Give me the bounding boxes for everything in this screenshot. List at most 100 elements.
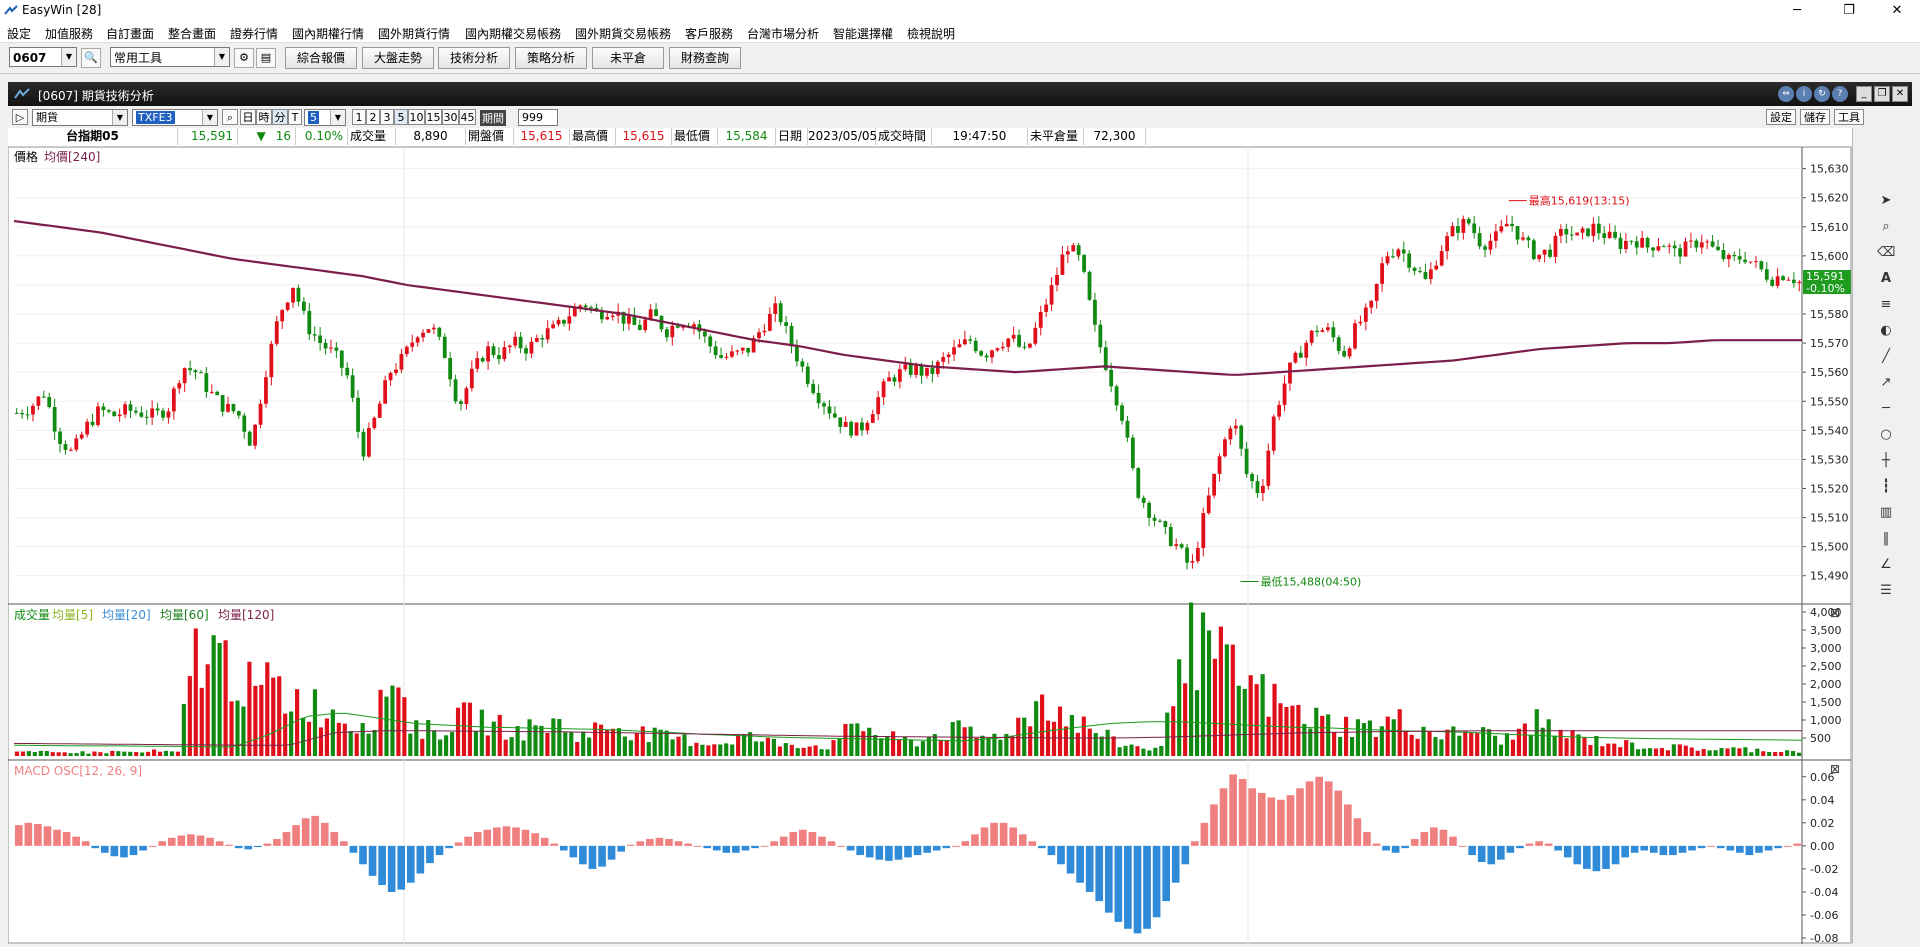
macd-bar (43, 826, 52, 846)
menu-item[interactable]: 自訂畫面 (106, 25, 154, 42)
minute-45-button[interactable]: 45 (459, 109, 476, 125)
ray-icon[interactable]: ↗ (1877, 374, 1895, 392)
candle-body (1428, 269, 1433, 279)
minute-30-button[interactable]: 30 (442, 109, 459, 125)
dropdown-arrow-icon[interactable]: ▼ (61, 48, 76, 66)
menu-item[interactable]: 客戶服務 (685, 25, 733, 42)
candle-body (388, 373, 393, 381)
palette-icon[interactable]: ◐ (1877, 322, 1895, 340)
refresh-icon[interactable]: ↻ (1814, 86, 1830, 102)
market-trend-button[interactable]: 大盤走勢 (362, 47, 434, 69)
fibonacci-icon[interactable]: ☰ (1877, 582, 1895, 600)
menu-item[interactable]: 檢視說明 (907, 25, 955, 42)
dropdown-arrow-icon[interactable]: ▼ (214, 48, 229, 66)
volume-bar (974, 737, 979, 756)
menu-item[interactable]: 國內期權交易帳務 (465, 25, 561, 42)
quote-button[interactable]: 綜合報價 (285, 47, 357, 69)
dropdown-arrow-icon[interactable]: ▼ (330, 110, 345, 125)
child-minimize-button[interactable]: _ (1856, 86, 1872, 102)
hlines-icon[interactable]: ≡ (1877, 296, 1895, 314)
zoom-icon[interactable]: ⌕ (1877, 218, 1895, 236)
financial-query-button[interactable]: 財務查詢 (669, 47, 741, 69)
gear-icon[interactable]: ⚙ (234, 48, 254, 68)
candle-body (925, 367, 929, 376)
candle-body (1791, 279, 1796, 284)
help-icon[interactable]: ? (1832, 86, 1848, 102)
minute-select[interactable]: 5 ▼ (304, 109, 346, 126)
volume-bar (676, 736, 681, 756)
period-hour-button[interactable]: 時 (256, 109, 272, 125)
search-icon[interactable]: ⌕ (222, 109, 238, 125)
dropdown-arrow-icon[interactable]: ▼ (202, 110, 217, 125)
macd-bar (674, 841, 683, 846)
info-icon[interactable]: i (1796, 86, 1812, 102)
period-tick-button[interactable]: T (288, 109, 302, 125)
minimize-button[interactable]: ─ (1774, 0, 1820, 22)
candle-body (339, 350, 344, 368)
candle-body (1797, 281, 1802, 284)
volume-bar (533, 725, 538, 756)
settings-button[interactable]: 設定 (1766, 109, 1796, 125)
minute-2-button[interactable]: 2 (366, 109, 380, 125)
menu-item[interactable]: 加值服務 (45, 25, 93, 42)
bars-icon[interactable]: ‖ (1877, 530, 1895, 548)
volume-tick-label: 3,000 (1810, 642, 1842, 655)
dropdown-arrow-icon[interactable]: ▼ (112, 110, 127, 125)
tools-button[interactable]: 工具 (1834, 109, 1864, 125)
close-button[interactable]: ✕ (1874, 0, 1920, 22)
period-count-input[interactable]: 999 (518, 109, 558, 126)
contract-select[interactable]: TXFE3 ▼ (132, 109, 218, 126)
menu-item[interactable]: 設定 (7, 25, 31, 42)
menu-item[interactable]: 國內期權行情 (292, 25, 364, 42)
menu-item[interactable]: 整合畫面 (168, 25, 216, 42)
minute-15-button[interactable]: 15 (425, 109, 442, 125)
eraser-icon[interactable]: ⌫ (1877, 244, 1895, 262)
window-icon[interactable]: ▤ (256, 48, 276, 68)
period-day-button[interactable]: 日 (240, 109, 256, 125)
macd-bar (646, 838, 654, 846)
hline-icon[interactable]: ─ (1877, 400, 1895, 418)
menu-item[interactable]: 智能選擇權 (833, 25, 893, 42)
child-restore-button[interactable]: ❐ (1874, 86, 1890, 102)
macd-bar (273, 838, 281, 846)
symbol-combo[interactable]: 0607 ▼ (9, 47, 77, 67)
minute-3-button[interactable]: 3 (380, 109, 394, 125)
pointer-icon[interactable]: ➤ (1877, 192, 1895, 210)
period-minute-button[interactable]: 分 (272, 109, 288, 125)
macd-bar (913, 845, 922, 856)
candle-body (881, 381, 886, 398)
menu-item[interactable]: 證券行情 (230, 25, 278, 42)
menu-item[interactable]: 台灣市場分析 (747, 25, 819, 42)
minute-5-button[interactable]: 5 (394, 109, 408, 125)
menu-item[interactable]: 國外期貨交易帳務 (575, 25, 671, 42)
open-interest-button[interactable]: 未平倉 (592, 47, 664, 69)
strategy-analysis-button[interactable]: 策略分析 (515, 47, 587, 69)
save-button[interactable]: 儲存 (1800, 109, 1830, 125)
minute-10-button[interactable]: 10 (408, 109, 425, 125)
macd-bar (1076, 845, 1084, 883)
technical-analysis-button[interactable]: 技術分析 (438, 47, 510, 69)
tool-select[interactable]: 常用工具 ▼ (110, 47, 230, 67)
price-tick-label: 15,570 (1810, 337, 1849, 350)
minute-1-button[interactable]: 1 (352, 109, 366, 125)
circle-icon[interactable]: ○ (1877, 426, 1895, 444)
link-icon[interactable]: ⇔ (1778, 86, 1794, 102)
fan-icon[interactable]: ∠ (1877, 556, 1895, 574)
menu-item[interactable]: 國外期貨行情 (378, 25, 450, 42)
search-icon[interactable]: 🔍 (81, 48, 101, 68)
chart-area[interactable]: 15,490 15,500 15,510 15,520 15,530 15,540 15,5… (7, 146, 1852, 945)
macd-bar (110, 845, 119, 857)
candle-body (1260, 485, 1265, 494)
grid-icon[interactable]: ▥ (1877, 504, 1895, 522)
macd-bar (1563, 845, 1572, 858)
play-icon[interactable]: ▷ (12, 109, 28, 125)
text-icon[interactable]: A (1877, 270, 1895, 288)
child-close-button[interactable]: ✕ (1892, 86, 1908, 102)
line-icon[interactable]: ╱ (1877, 348, 1895, 366)
maximize-button[interactable]: ❐ (1826, 0, 1872, 22)
candle-icon[interactable]: ┇ (1877, 478, 1895, 496)
market-select[interactable]: 期貨 ▼ (32, 109, 128, 126)
candle-body (1526, 237, 1531, 241)
vline-icon[interactable]: ┼ (1877, 452, 1895, 470)
volume-bar (1141, 748, 1146, 756)
